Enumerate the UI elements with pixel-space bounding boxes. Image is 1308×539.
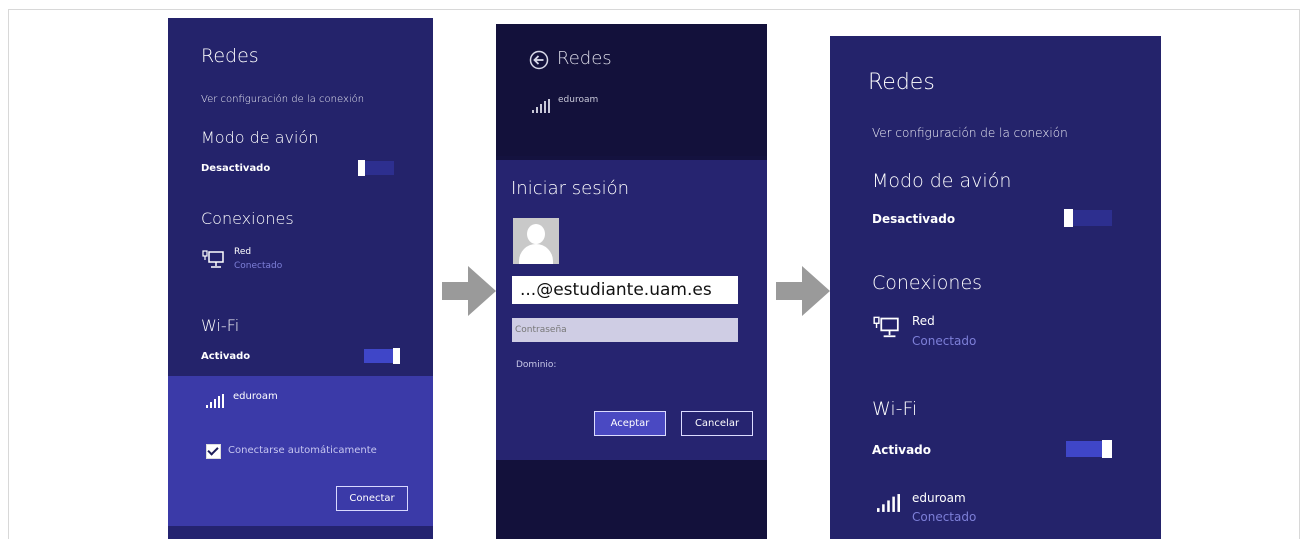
domain-label: Dominio: [516, 360, 557, 370]
panel-bottom-strip [168, 526, 433, 539]
wifi-toggle[interactable] [364, 348, 400, 364]
wifi-status: Activado [872, 443, 932, 457]
arrow-right-icon [776, 266, 830, 316]
panel-title: Redes [868, 70, 935, 95]
connections-heading: Conexiones [201, 209, 294, 228]
wifi-toggle[interactable] [1066, 440, 1112, 458]
cancel-button[interactable]: Cancelar [681, 411, 753, 436]
connection-settings-link[interactable]: Ver configuración de la conexión [201, 94, 364, 105]
user-avatar-icon [513, 218, 559, 264]
connections-heading: Conexiones [872, 272, 983, 294]
airplane-mode-heading: Modo de avión [201, 128, 319, 147]
airplane-mode-heading: Modo de avión [872, 170, 1012, 192]
accept-button[interactable]: Aceptar [594, 411, 666, 436]
arrow-right-icon [442, 266, 496, 316]
wifi-network-status: Conectado [912, 510, 977, 524]
airplane-mode-status: Desactivado [872, 212, 956, 226]
auto-connect-label: Conectarse automáticamente [228, 445, 377, 456]
wired-network-name[interactable]: Red [912, 314, 935, 328]
wired-network-status: Conectado [234, 261, 283, 271]
dimmed-networks-header: Redes eduroam [496, 24, 767, 156]
dialog-title: Iniciar sesión [511, 178, 630, 199]
wifi-heading: Wi-Fi [872, 398, 918, 420]
frame-left-border [8, 9, 9, 539]
wired-network-icon [202, 250, 224, 268]
wired-network-icon [873, 316, 899, 338]
connection-settings-link[interactable]: Ver configuración de la conexión [872, 126, 1068, 140]
toggle-knob [358, 160, 365, 176]
panel-title: Redes [201, 45, 259, 67]
login-panel: Redes eduroam Iniciar sesión ...@estudia… [496, 24, 767, 539]
dimmed-bottom-area [496, 460, 767, 539]
toggle-knob [1102, 440, 1112, 458]
airplane-mode-toggle[interactable] [1064, 209, 1112, 227]
sign-in-dialog: Iniciar sesión ...@estudiante.uam.es Con… [496, 160, 767, 360]
wifi-signal-icon [206, 394, 224, 408]
wired-network-status: Conectado [912, 334, 977, 348]
wired-network-name[interactable]: Red [234, 247, 251, 257]
frame-top-border [8, 9, 1300, 10]
wifi-network-name: eduroam [558, 95, 599, 105]
airplane-mode-toggle[interactable] [358, 160, 394, 176]
frame-right-border [1299, 9, 1300, 539]
wifi-heading: Wi-Fi [201, 316, 240, 335]
password-input[interactable]: Contraseña [512, 318, 738, 342]
wifi-status: Activado [201, 351, 251, 362]
connect-button[interactable]: Conectar [336, 486, 408, 511]
networks-panel-1: Redes Ver configuración de la conexión M… [168, 18, 433, 539]
networks-panel-3: Redes Ver configuración de la conexión M… [830, 36, 1161, 539]
auto-connect-checkbox[interactable] [206, 444, 221, 459]
dialog-lower-area: Dominio: Aceptar Cancelar [496, 360, 767, 539]
airplane-mode-status: Desactivado [201, 163, 271, 174]
username-input[interactable]: ...@estudiante.uam.es [512, 276, 738, 304]
wifi-network-name: eduroam [233, 391, 278, 402]
wifi-signal-icon [532, 99, 550, 113]
toggle-knob [1064, 209, 1073, 227]
selected-network-item[interactable]: eduroam Conectarse automáticamente Conec… [168, 376, 433, 526]
toggle-knob [393, 348, 400, 364]
wifi-network-name[interactable]: eduroam [912, 491, 966, 505]
wifi-signal-icon [877, 494, 900, 512]
panel-title: Redes [557, 48, 612, 69]
back-arrow-icon[interactable] [529, 50, 549, 70]
